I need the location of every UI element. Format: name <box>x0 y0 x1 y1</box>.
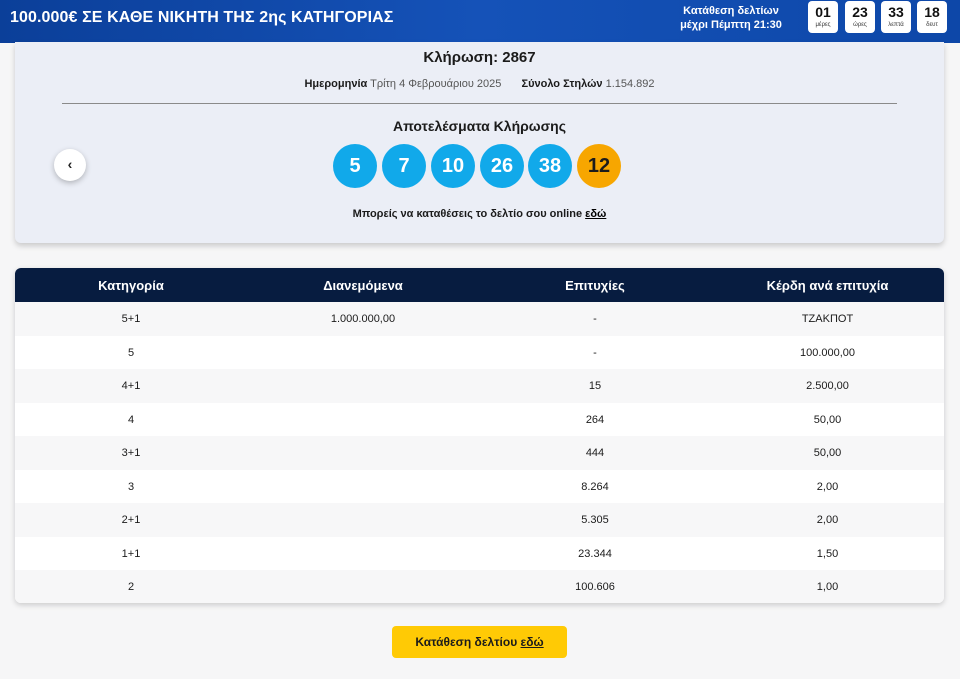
chevron-left-icon: ‹ <box>67 156 73 172</box>
header-category: Κατηγορία <box>98 278 164 293</box>
cell-prize: 50,00 <box>813 447 842 459</box>
deadline-text: Κατάθεση δελτίων μέχρι Πέμπτη 21:30 <box>675 4 787 32</box>
header-winners: Επιτυχίες <box>565 278 625 293</box>
table-header: Κατηγορία Διανεμόμενα Επιτυχίες Κέρδη αν… <box>15 268 944 302</box>
cell-winners: 15 <box>588 380 602 392</box>
online-note-text: Μπορείς να καταθέσεις το δελτίο σου onli… <box>352 208 583 220</box>
cell-winners: 5.305 <box>581 514 609 526</box>
cell-category: 3+1 <box>121 447 141 459</box>
table-row: 1+1 23.344 1,50 <box>15 536 944 570</box>
cell-category: 4 <box>127 413 135 426</box>
cell-prize: ΤΖΑΚΠΟΤ <box>801 313 854 325</box>
deadline-line-1: Κατάθεση δελτίων <box>683 5 779 17</box>
table-row: 2 100.606 1,00 <box>15 570 944 603</box>
deadline-line-2: μέχρι Πέμπτη 21:30 <box>680 19 782 31</box>
cell-prize: 50,00 <box>813 413 842 426</box>
number-ball: 5 <box>333 144 377 188</box>
joker-ball: 12 <box>577 144 621 188</box>
countdown-seconds-value: 18 <box>924 4 940 20</box>
cell-prize: 2,00 <box>816 514 839 526</box>
draw-date-value: Τρίτη 4 Φεβρουάριου 2025 <box>370 78 502 90</box>
cell-prize: 2.500,00 <box>806 380 849 392</box>
countdown-hours: 23 ώρες <box>845 1 875 33</box>
countdown-minutes-unit: λεπτά <box>888 22 904 28</box>
countdown-days-value: 01 <box>815 4 831 20</box>
cell-category: 1+1 <box>121 547 141 560</box>
number-ball: 10 <box>431 144 475 188</box>
cell-winners: 23.344 <box>578 547 612 560</box>
cell-category: 2 <box>127 581 135 593</box>
online-note: Μπορείς να καταθέσεις το δελτίο σου onli… <box>15 208 944 220</box>
online-link[interactable]: εδώ <box>585 208 606 220</box>
table-row: 4 264 50,00 <box>15 402 944 436</box>
table-row: 2+1 5.305 2,00 <box>15 503 944 537</box>
cell-category: 4+1 <box>121 380 141 392</box>
table-row: 5+1 1.000.000,00 - ΤΖΑΚΠΟΤ <box>15 302 944 336</box>
header-distributed: Διανεμόμενα <box>323 278 403 293</box>
number-ball: 38 <box>528 144 572 188</box>
submit-ticket-button[interactable]: Κατάθεση δελτίου εδώ <box>392 626 567 658</box>
submit-ticket-link[interactable]: εδώ <box>521 635 544 649</box>
countdown-minutes: 33 λεπτά <box>881 1 911 33</box>
draw-columns-value: 1.154.892 <box>605 78 655 90</box>
cell-category: 3 <box>127 480 135 493</box>
countdown-hours-value: 23 <box>852 4 868 20</box>
cell-winners: 264 <box>585 413 605 426</box>
header-prize: Κέρδη ανά επιτυχία <box>766 278 889 293</box>
number-ball: 26 <box>480 144 524 188</box>
cell-prize: 100.000,00 <box>799 346 856 359</box>
countdown-minutes-value: 33 <box>888 4 904 20</box>
cell-winners: 100.606 <box>575 581 615 593</box>
cell-category: 2+1 <box>121 514 141 526</box>
countdown-days: 01 μέρες <box>808 1 838 33</box>
countdown-hours-unit: ώρες <box>853 22 867 28</box>
divider <box>62 103 897 104</box>
prize-table: Κατηγορία Διανεμόμενα Επιτυχίες Κέρδη αν… <box>15 268 944 603</box>
promo-text: 100.000€ ΣΕ ΚΑΘΕ ΝΙΚΗΤΗ ΤΗΣ 2ης ΚΑΤΗΓΟΡΙ… <box>10 9 394 26</box>
draw-columns-label: Σύνολο Στηλών <box>521 78 603 90</box>
cell-category: 5+1 <box>121 313 141 325</box>
countdown-days-unit: μέρες <box>815 22 831 28</box>
cell-winners: - <box>593 346 597 359</box>
table-row: 4+1 15 2.500,00 <box>15 369 944 403</box>
draw-meta: Ημερομηνία Τρίτη 4 Φεβρουάριου 2025 Σύνο… <box>15 78 944 90</box>
previous-draw-button[interactable]: ‹ <box>54 149 86 181</box>
results-title: Αποτελέσματα Κλήρωσης <box>392 118 567 134</box>
cell-distributed: 1.000.000,00 <box>330 313 396 325</box>
countdown-seconds: 18 δευτ <box>917 1 947 33</box>
cell-winners: 8.264 <box>581 480 609 493</box>
table-row: 3+1 444 50,00 <box>15 436 944 470</box>
cell-prize: 1,00 <box>816 581 839 593</box>
cell-category: 5 <box>127 346 135 359</box>
cell-winners: 444 <box>585 447 605 459</box>
cell-winners: - <box>593 313 597 325</box>
draw-date-label: Ημερομηνία <box>304 78 368 90</box>
draw-card: Κλήρωση: 2867 Ημερομηνία Τρίτη 4 Φεβρουά… <box>15 42 944 243</box>
submit-ticket-label: Κατάθεση δελτίου <box>415 635 518 649</box>
number-ball: 7 <box>382 144 426 188</box>
table-row: 3 8.264 2,00 <box>15 469 944 503</box>
countdown-seconds-unit: δευτ <box>926 22 938 28</box>
cell-prize: 1,50 <box>816 547 839 560</box>
table-row: 5 - 100.000,00 <box>15 335 944 369</box>
promo-banner: 100.000€ ΣΕ ΚΑΘΕ ΝΙΚΗΤΗ ΤΗΣ 2ης ΚΑΤΗΓΟΡΙ… <box>0 0 960 43</box>
draw-title: Κλήρωση: 2867 <box>423 49 536 66</box>
cell-prize: 2,00 <box>816 480 839 493</box>
